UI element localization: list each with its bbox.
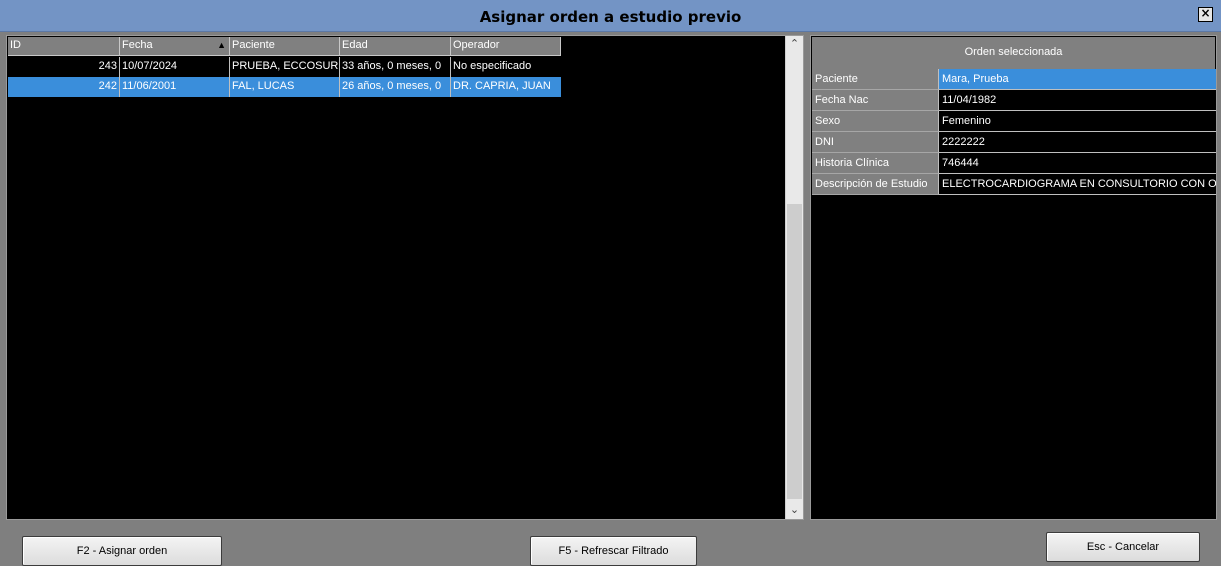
detail-row-historia-clinica: Historia Clínica 746444 [812, 153, 1216, 174]
grid-header: ID Fecha ▲ Paciente Edad Operador [8, 37, 561, 56]
table-row[interactable]: 243 10/07/2024 PRUEBA, ECCOSUR 33 años, … [8, 57, 561, 77]
column-header-edad[interactable]: Edad [340, 37, 451, 56]
detail-row-dni: DNI 2222222 [812, 132, 1216, 153]
cell-id: 242 [8, 77, 120, 97]
cell-paciente: PRUEBA, ECCOSUR [230, 57, 340, 77]
cell-paciente: FAL, LUCAS [230, 77, 340, 97]
detail-row-sexo: Sexo Femenino [812, 111, 1216, 132]
detail-value[interactable]: Mara, Prueba [939, 69, 1216, 90]
cell-operador: No especificado [453, 60, 532, 72]
detail-value[interactable]: 11/04/1982 [939, 90, 1216, 111]
orders-grid[interactable]: ID Fecha ▲ Paciente Edad Operador 243 10/… [6, 35, 804, 520]
cell-id: 243 [8, 57, 120, 77]
cell-operador: DR. CAPRIA, JUAN [453, 80, 551, 92]
column-header-id[interactable]: ID [8, 37, 120, 56]
detail-value[interactable]: 2222222 [939, 132, 1216, 153]
table-row-selected[interactable]: 242 11/06/2001 FAL, LUCAS 26 años, 0 mes… [8, 77, 561, 97]
detail-label: Descripción de Estudio [812, 174, 939, 195]
column-header-fecha[interactable]: Fecha ▲ [120, 37, 230, 56]
detail-label: Historia Clínica [812, 153, 939, 174]
scroll-up-icon[interactable]: ⌃ [786, 36, 803, 53]
cell-fecha: 10/07/2024 [120, 57, 230, 77]
cancel-button[interactable]: Esc - Cancelar [1046, 532, 1200, 562]
cell-fecha: 11/06/2001 [120, 77, 230, 97]
title-bar: Asignar orden a estudio previo × [0, 0, 1221, 32]
cell-edad: 26 años, 0 meses, 0 [340, 77, 451, 97]
detail-label: Fecha Nac [812, 90, 939, 111]
detail-value[interactable]: 746444 [939, 153, 1216, 174]
detail-row-paciente: Paciente Mara, Prueba [812, 69, 1216, 90]
detail-label: Sexo [812, 111, 939, 132]
column-header-paciente[interactable]: Paciente [230, 37, 340, 56]
panel-title: Orden seleccionada [812, 37, 1215, 69]
detail-value[interactable]: Femenino [939, 111, 1216, 132]
cell-edad: 33 años, 0 meses, 0 [340, 57, 451, 77]
column-header-operador[interactable]: Operador [451, 37, 561, 56]
detail-value[interactable]: ELECTROCARDIOGRAMA EN CONSULTORIO CON O [939, 174, 1216, 195]
sort-ascending-icon: ▲ [217, 40, 226, 50]
assign-order-button[interactable]: F2 - Asignar orden [22, 536, 222, 566]
detail-row-descripcion: Descripción de Estudio ELECTROCARDIOGRAM… [812, 174, 1216, 195]
scroll-down-icon[interactable]: ⌄ [786, 502, 803, 519]
refresh-filter-button[interactable]: F5 - Refrescar Filtrado [530, 536, 697, 566]
close-icon[interactable]: × [1198, 7, 1213, 22]
scroll-thumb[interactable] [787, 204, 802, 499]
detail-row-fecha-nac: Fecha Nac 11/04/1982 [812, 90, 1216, 111]
detail-label: DNI [812, 132, 939, 153]
selected-order-panel: Orden seleccionada Paciente Mara, Prueba… [810, 35, 1217, 520]
detail-label: Paciente [812, 69, 939, 90]
window-title: Asignar orden a estudio previo [479, 8, 742, 26]
vertical-scrollbar[interactable]: ⌃ ⌄ [785, 36, 803, 519]
